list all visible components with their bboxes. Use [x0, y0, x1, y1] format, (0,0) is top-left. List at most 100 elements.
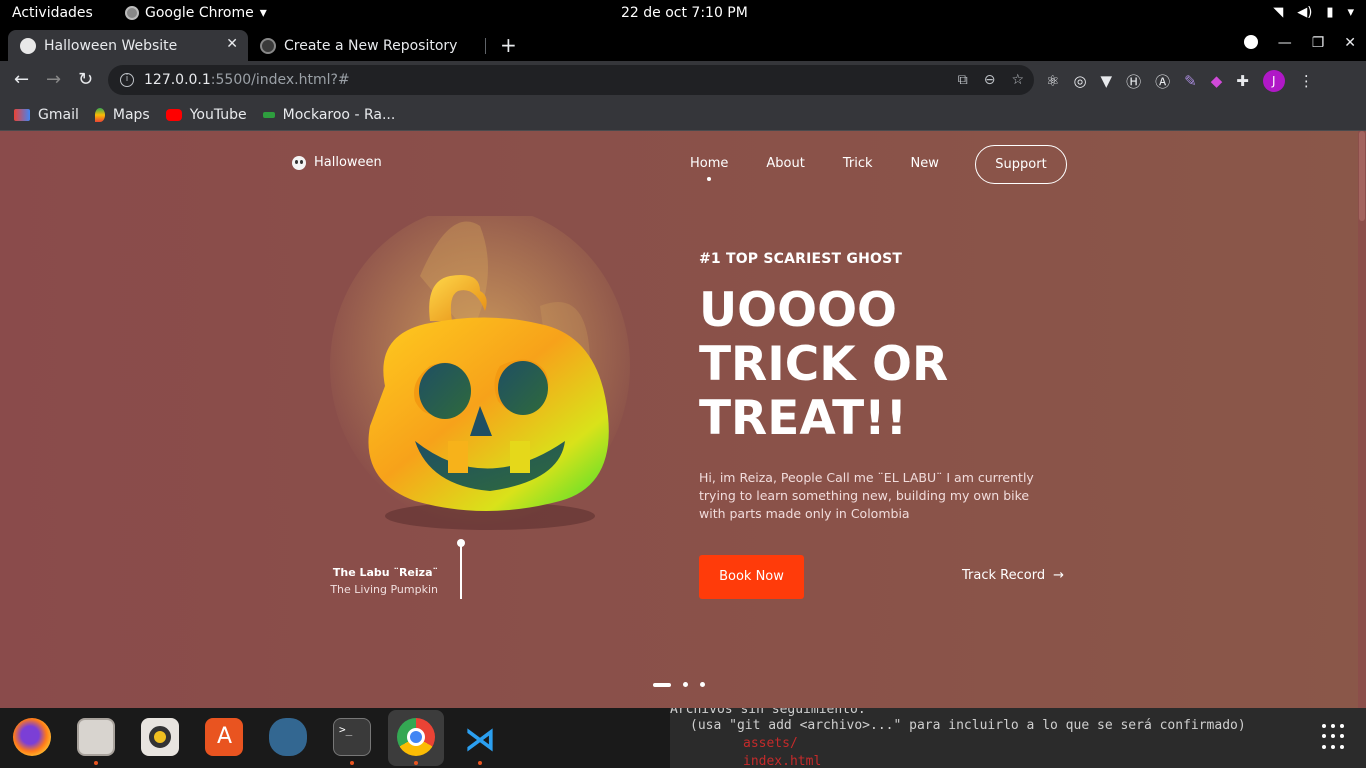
vue-devtools-icon[interactable]: ▼: [1101, 72, 1113, 90]
site-logo[interactable]: Halloween: [292, 155, 382, 170]
caption-subtitle: The Living Pumpkin: [330, 583, 438, 596]
forward-arrow-icon[interactable]: →: [46, 69, 61, 90]
ghost-icon: [292, 155, 306, 170]
book-now-button[interactable]: Book Now: [699, 555, 804, 599]
react-devtools-icon[interactable]: ⚛: [1046, 72, 1059, 90]
tab-create-repository[interactable]: Create a New Repository: [250, 30, 486, 61]
track-record-link[interactable]: Track Record →: [962, 568, 1064, 583]
bookmark-label: Mockaroo - Ra...: [282, 106, 396, 123]
tab-halloween[interactable]: Halloween Website ✕: [8, 30, 248, 61]
maximize-icon[interactable]: ❐: [1312, 35, 1325, 51]
menu-kebab-icon[interactable]: ⋮: [1299, 72, 1314, 90]
headline-line: TRICK OR: [699, 337, 949, 392]
bookmarks-bar: Gmail Maps YouTube Mockaroo - Ra...: [0, 99, 1366, 131]
browser-toolbar: ← → ↻ i 127.0.0.1:5500/index.html?# ⧉ ⊖ …: [0, 61, 1366, 99]
minimize-icon[interactable]: —: [1278, 35, 1292, 51]
extension-h-icon[interactable]: Ⓗ: [1126, 71, 1141, 92]
color-picker-icon[interactable]: ✎: [1184, 72, 1197, 90]
extension-target-icon[interactable]: ◎: [1073, 72, 1086, 90]
reload-icon[interactable]: ↻: [78, 69, 93, 90]
carousel-dot-active[interactable]: [653, 682, 671, 687]
terminal-icon[interactable]: >_: [333, 718, 371, 756]
dock: Archivos sin seguimiento: (usa "git add …: [0, 708, 1366, 768]
arrow-right-icon: →: [1053, 568, 1064, 583]
bookmark-gmail[interactable]: Gmail: [14, 107, 79, 123]
profile-avatar[interactable]: J: [1262, 70, 1285, 92]
caption-line: [460, 543, 462, 599]
new-tab-button[interactable]: +: [500, 33, 517, 57]
running-indicator: [478, 761, 482, 765]
youtube-icon: [165, 108, 182, 121]
carousel-dot[interactable]: [700, 682, 705, 687]
zoom-icon[interactable]: ⊖: [984, 72, 996, 88]
github-favicon-icon: [260, 37, 276, 54]
tab-title: Halloween Website: [44, 37, 178, 54]
pumpkin-illustration: [330, 216, 630, 530]
back-arrow-icon[interactable]: ←: [14, 69, 29, 90]
headline-line: UOOOO: [699, 283, 897, 338]
nav-new[interactable]: New: [911, 156, 939, 171]
vscode-icon[interactable]: ⋊: [461, 718, 499, 758]
extensions-area: ⚛ ◎ ▼ Ⓗ Ⓐ ✎ ◆ ✚ J ⋮: [1046, 70, 1314, 92]
address-bar[interactable]: i 127.0.0.1:5500/index.html?# ⧉ ⊖ ☆: [108, 65, 1034, 95]
battery-icon: ▮: [1326, 5, 1334, 20]
firefox-icon[interactable]: [13, 718, 51, 756]
running-indicator: [94, 761, 98, 765]
headline-line: TREAT!!: [699, 391, 908, 446]
close-icon[interactable]: ✕: [226, 36, 238, 52]
pgadmin-elephant-icon[interactable]: [269, 718, 307, 756]
info-icon[interactable]: i: [120, 73, 134, 87]
page-scrollbar[interactable]: [1358, 131, 1366, 708]
app-menu-label: Google Chrome: [145, 5, 254, 21]
scrollbar-thumb[interactable]: [1359, 131, 1365, 221]
mockaroo-icon: [262, 111, 275, 118]
hero-kicker: #1 TOP SCARIEST GHOST: [699, 251, 903, 267]
chrome-icon[interactable]: [397, 718, 435, 756]
extension-gem-icon[interactable]: ◆: [1211, 72, 1223, 90]
bookmark-mockaroo[interactable]: Mockaroo - Ra...: [262, 106, 396, 123]
nav-home[interactable]: Home: [690, 156, 728, 181]
nav-trick[interactable]: Trick: [843, 156, 873, 171]
window-controls: — ❐ ✕: [1243, 35, 1356, 51]
puzzle-icon[interactable]: ✚: [1236, 72, 1249, 90]
system-tray[interactable]: ◥ ◀) ▮ ▾: [1273, 5, 1354, 20]
wifi-icon: ◥: [1273, 5, 1284, 20]
tab-strip: Halloween Website ✕ Create a New Reposit…: [0, 27, 1366, 61]
angular-icon[interactable]: Ⓐ: [1155, 71, 1170, 92]
rhythmbox-icon[interactable]: [141, 718, 179, 756]
ghost-favicon-icon: [20, 37, 36, 54]
close-icon[interactable]: ✕: [1344, 35, 1356, 51]
terminal-line: assets/: [743, 736, 798, 751]
caption-name: The Labu ¨Reiza¨: [332, 566, 438, 579]
hero-headline: UOOOO TRICK OR TREAT!!: [699, 284, 1059, 446]
clock[interactable]: 22 de oct 7:10 PM: [621, 5, 748, 21]
software-center-icon[interactable]: A: [205, 718, 243, 756]
app-menu[interactable]: Google Chrome ▾: [125, 5, 267, 21]
carousel-dot[interactable]: [683, 682, 688, 687]
speaker-cone-icon: [149, 726, 171, 748]
bookmark-maps[interactable]: Maps: [94, 106, 150, 123]
tab-search-icon[interactable]: [1243, 35, 1258, 49]
terminal-line: index.html: [743, 754, 822, 768]
terminal-line: Archivos sin seguimiento:: [670, 708, 866, 717]
support-button[interactable]: Support: [975, 145, 1067, 184]
track-record-label: Track Record: [962, 568, 1046, 583]
nav-about[interactable]: About: [766, 156, 804, 171]
bookmark-youtube[interactable]: YouTube: [165, 107, 247, 123]
show-apps-grid-icon[interactable]: [1322, 724, 1348, 750]
maps-pin-icon: [94, 107, 105, 122]
tab-title: Create a New Repository: [284, 37, 458, 54]
files-icon[interactable]: [77, 718, 115, 756]
bookmark-label: Gmail: [38, 106, 79, 123]
running-indicator: [414, 761, 418, 765]
site-nav: Home About Trick New: [690, 156, 939, 181]
bookmark-label: Maps: [112, 106, 150, 123]
running-indicator: [350, 761, 354, 765]
translate-icon[interactable]: ⧉: [958, 72, 968, 88]
chrome-center-icon: [407, 728, 425, 746]
url-host: 127.0.0.1: [144, 72, 211, 88]
volume-icon: ◀): [1297, 5, 1313, 20]
page-viewport: Halloween Home About Trick New Support T…: [0, 131, 1358, 708]
star-icon[interactable]: ☆: [1011, 72, 1024, 88]
activities-button[interactable]: Actividades: [12, 5, 93, 21]
